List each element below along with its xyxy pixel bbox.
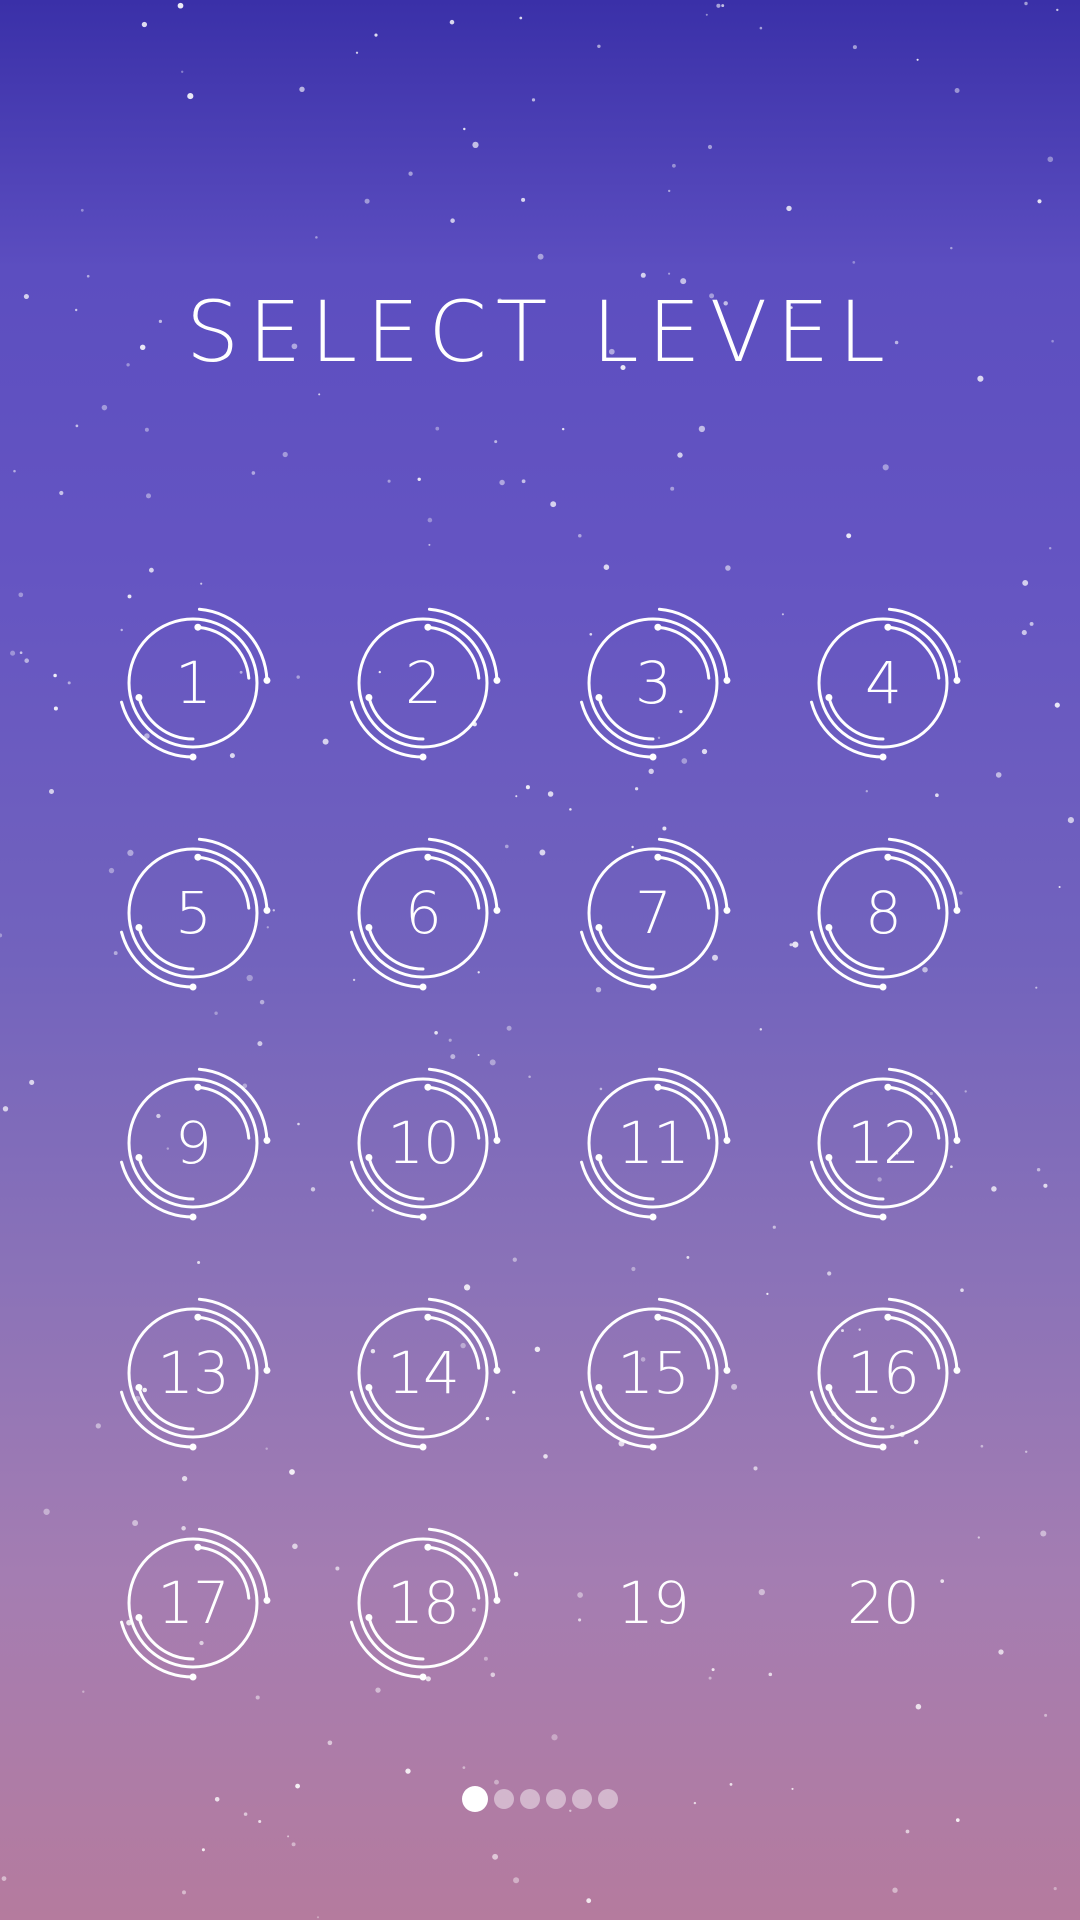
level-button-11[interactable]: 11 (573, 1063, 733, 1223)
page-dot-6[interactable] (598, 1789, 618, 1809)
level-number: 5 (175, 879, 212, 947)
level-button-16[interactable]: 16 (803, 1293, 963, 1453)
level-button-7[interactable]: 7 (573, 833, 733, 993)
page-dot-1[interactable] (462, 1786, 488, 1812)
level-number: 19 (617, 1569, 690, 1637)
level-button-3[interactable]: 3 (573, 603, 733, 763)
level-button-6[interactable]: 6 (343, 833, 503, 993)
level-number: 2 (405, 649, 442, 717)
page-dot-2[interactable] (494, 1789, 514, 1809)
level-button-5[interactable]: 5 (113, 833, 273, 993)
level-button-2[interactable]: 2 (343, 603, 503, 763)
level-number: 10 (387, 1109, 460, 1177)
level-number: 13 (157, 1339, 230, 1407)
page-indicator (0, 1786, 1080, 1812)
level-button-1[interactable]: 1 (113, 603, 273, 763)
level-grid: 1 2 3 4 5 6 7 8 9 10 11 12 13 14 15 16 1… (0, 0, 1080, 1920)
level-number: 15 (617, 1339, 690, 1407)
page-dot-5[interactable] (572, 1789, 592, 1809)
level-button-9[interactable]: 9 (113, 1063, 273, 1223)
level-button-13[interactable]: 13 (113, 1293, 273, 1453)
level-number: 12 (847, 1109, 920, 1177)
page-dot-3[interactable] (520, 1789, 540, 1809)
level-number: 7 (635, 879, 672, 947)
level-number: 11 (617, 1109, 690, 1177)
level-number: 9 (175, 1109, 212, 1177)
level-number: 14 (387, 1339, 460, 1407)
level-number: 3 (635, 649, 672, 717)
level-number: 18 (387, 1569, 460, 1637)
level-button-15[interactable]: 15 (573, 1293, 733, 1453)
level-button-20[interactable]: 20 (803, 1523, 963, 1683)
level-number: 17 (157, 1569, 230, 1637)
level-button-14[interactable]: 14 (343, 1293, 503, 1453)
level-button-10[interactable]: 10 (343, 1063, 503, 1223)
level-button-4[interactable]: 4 (803, 603, 963, 763)
level-button-17[interactable]: 17 (113, 1523, 273, 1683)
level-number: 20 (847, 1569, 920, 1637)
level-button-8[interactable]: 8 (803, 833, 963, 993)
level-number: 8 (865, 879, 902, 947)
page-dot-4[interactable] (546, 1789, 566, 1809)
level-number: 1 (175, 649, 212, 717)
level-button-12[interactable]: 12 (803, 1063, 963, 1223)
level-number: 4 (865, 649, 902, 717)
level-button-18[interactable]: 18 (343, 1523, 503, 1683)
level-button-19[interactable]: 19 (573, 1523, 733, 1683)
level-number: 16 (847, 1339, 920, 1407)
level-number: 6 (405, 879, 442, 947)
